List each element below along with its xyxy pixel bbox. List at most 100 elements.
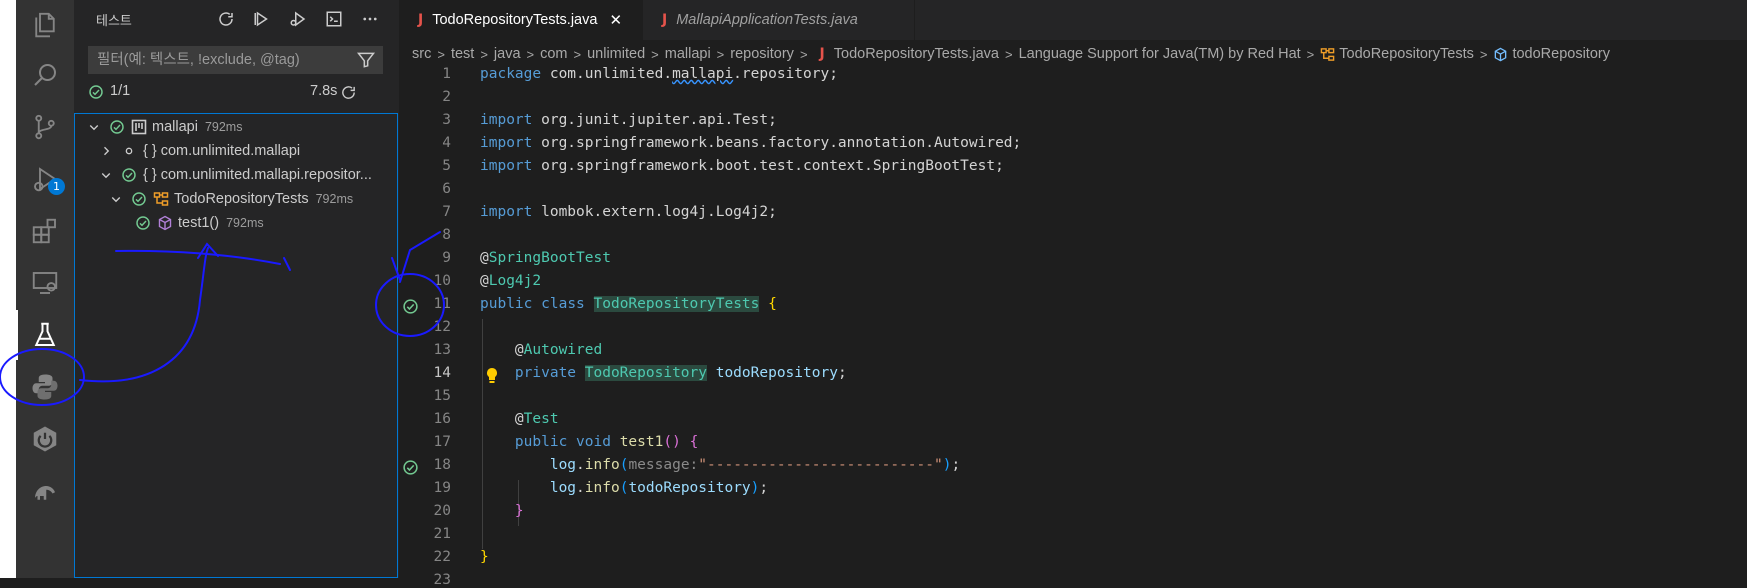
chevron-right-icon: > <box>526 46 535 62</box>
sidebar-title: 테스트 <box>96 13 132 28</box>
chevron-right-icon: > <box>651 46 659 62</box>
editor-tabs: J TodoRepositoryTests.java ✕ J MallapiAp… <box>400 0 1747 40</box>
run-debug-badge: 1 <box>48 178 65 195</box>
passed-icon <box>135 215 151 231</box>
search-icon[interactable] <box>16 50 74 100</box>
source-control-icon[interactable] <box>16 102 74 152</box>
code-line: import lombok.extern.log4j.Log4j2; <box>480 204 777 220</box>
line-number: 1 <box>442 66 451 82</box>
passed-icon <box>131 191 147 207</box>
python-icon[interactable] <box>16 362 74 412</box>
code-editor[interactable]: 1 2 3 4 5 6 7 8 9 10 11 12 13 14 15 16 1… <box>400 66 1747 588</box>
breadcrumb-item[interactable]: TodoRepositoryTests.java <box>834 46 999 62</box>
run-all-icon[interactable] <box>251 8 273 30</box>
method-icon <box>157 215 173 231</box>
breadcrumb-item[interactable]: todoRepository <box>1512 46 1610 62</box>
line-number: 4 <box>442 135 451 151</box>
tree-item-label: test1() <box>178 215 220 231</box>
breadcrumb-item[interactable]: java <box>494 46 521 62</box>
breadcrumb-item[interactable]: repository <box>730 46 794 62</box>
close-icon[interactable]: ✕ <box>609 11 622 29</box>
breadcrumb-item[interactable]: src <box>412 46 431 62</box>
chevron-right-icon[interactable] <box>99 144 113 158</box>
tree-item-class[interactable]: TodoRepositoryTests 792ms <box>75 186 431 212</box>
tree-item-mallapi[interactable]: mallapi 792ms <box>75 114 409 140</box>
line-number: 20 <box>433 503 451 519</box>
gradle-elephant-icon[interactable] <box>16 466 74 516</box>
breadcrumb-item[interactable]: com <box>540 46 567 62</box>
code-line: private TodoRepository todoRepository; <box>514 365 847 381</box>
tree-item-package[interactable]: { } com.unlimited.mallapi.repositor... <box>75 162 421 188</box>
chevron-down-icon[interactable] <box>87 120 101 134</box>
line-number-current: 14 <box>433 365 451 381</box>
java-file-icon: J <box>662 12 668 28</box>
code-line: public class TodoRepositoryTests { <box>480 296 777 312</box>
line-number: 9 <box>442 250 451 266</box>
chevron-down-icon[interactable] <box>109 192 123 206</box>
terminal-icon[interactable] <box>323 8 345 30</box>
line-number: 8 <box>442 227 451 243</box>
code-line: @Log4j2 <box>480 273 542 289</box>
unrun-icon <box>121 143 137 159</box>
debug-all-icon[interactable] <box>287 8 309 30</box>
filter-icon[interactable] <box>356 50 376 70</box>
code-line: import org.springframework.beans.factory… <box>480 135 1022 151</box>
line-number: 5 <box>442 158 451 174</box>
tree-item-label: mallapi <box>152 119 198 135</box>
tab-todorepositorytests[interactable]: J TodoRepositoryTests.java ✕ <box>400 0 643 40</box>
breadcrumb-item[interactable]: unlimited <box>587 46 645 62</box>
tree-item-duration: 792ms <box>226 216 264 230</box>
remote-explorer-icon[interactable] <box>16 258 74 308</box>
run-debug-icon[interactable]: 1 <box>16 154 74 204</box>
spring-boot-icon[interactable] <box>16 414 74 464</box>
chevron-right-icon: > <box>799 46 808 62</box>
line-number: 7 <box>442 204 451 220</box>
field-icon <box>1493 47 1508 62</box>
code-line: public void test1() { <box>514 434 699 450</box>
line-number: 19 <box>433 480 451 496</box>
test-passed-gutter-icon[interactable] <box>402 459 419 476</box>
line-number: 23 <box>433 572 451 588</box>
test-sidebar: 테스트 1/1 7.8s mallapi 792ms { } com.unlim… <box>74 0 399 578</box>
extensions-icon[interactable] <box>16 206 74 256</box>
tree-item-label: { } com.unlimited.mallapi.repositor... <box>143 167 372 183</box>
breadcrumb: src > test > java > com > unlimited > mallapi… <box>412 43 1610 65</box>
test-passed-gutter-icon[interactable] <box>402 298 419 315</box>
java-file-icon: J <box>418 12 424 28</box>
chevron-right-icon: > <box>437 46 445 62</box>
filter-input[interactable] <box>89 47 344 73</box>
breadcrumb-item[interactable]: TodoRepositoryTests <box>1339 46 1474 62</box>
tab-label: MallapiApplicationTests.java <box>676 12 858 28</box>
more-icon[interactable] <box>359 8 381 30</box>
refresh-icon[interactable] <box>215 8 237 30</box>
line-number: 21 <box>433 526 451 542</box>
testing-beaker-icon[interactable] <box>16 310 74 360</box>
code-line: import org.junit.jupiter.api.Test; <box>480 112 777 128</box>
line-number: 16 <box>433 411 451 427</box>
explorer-icon[interactable] <box>16 0 74 50</box>
breadcrumb-item[interactable]: test <box>451 46 474 62</box>
breadcrumb-item[interactable]: Language Support for Java(TM) by Red Hat <box>1019 46 1301 62</box>
tree-item-label: { } com.unlimited.mallapi <box>143 143 301 159</box>
code-line: package com.unlimited.mallapi.repository… <box>480 66 838 82</box>
line-number: 3 <box>442 112 451 128</box>
line-number: 2 <box>442 89 451 105</box>
tree-item-duration: 792ms <box>204 120 243 134</box>
chevron-down-icon[interactable] <box>99 168 113 182</box>
left-edge-strip <box>0 0 16 578</box>
passed-icon <box>121 167 137 183</box>
code-line: import org.springframework.boot.test.con… <box>480 158 1004 174</box>
rerun-icon[interactable] <box>340 84 357 101</box>
line-number: 12 <box>433 319 451 335</box>
activity-bar: 1 <box>16 0 74 578</box>
java-file-icon: J <box>819 46 825 62</box>
chevron-right-icon: > <box>480 46 488 62</box>
project-icon <box>131 119 147 135</box>
tree-item-package[interactable]: { } com.unlimited.mallapi <box>75 138 421 164</box>
line-number: 22 <box>433 549 451 565</box>
breadcrumb-item[interactable]: mallapi <box>665 46 711 62</box>
class-icon <box>153 191 169 207</box>
chevron-right-icon: > <box>573 46 582 62</box>
line-number: 13 <box>433 342 451 358</box>
tab-mallapiapplicationtests[interactable]: J MallapiApplicationTests.java <box>644 0 915 40</box>
